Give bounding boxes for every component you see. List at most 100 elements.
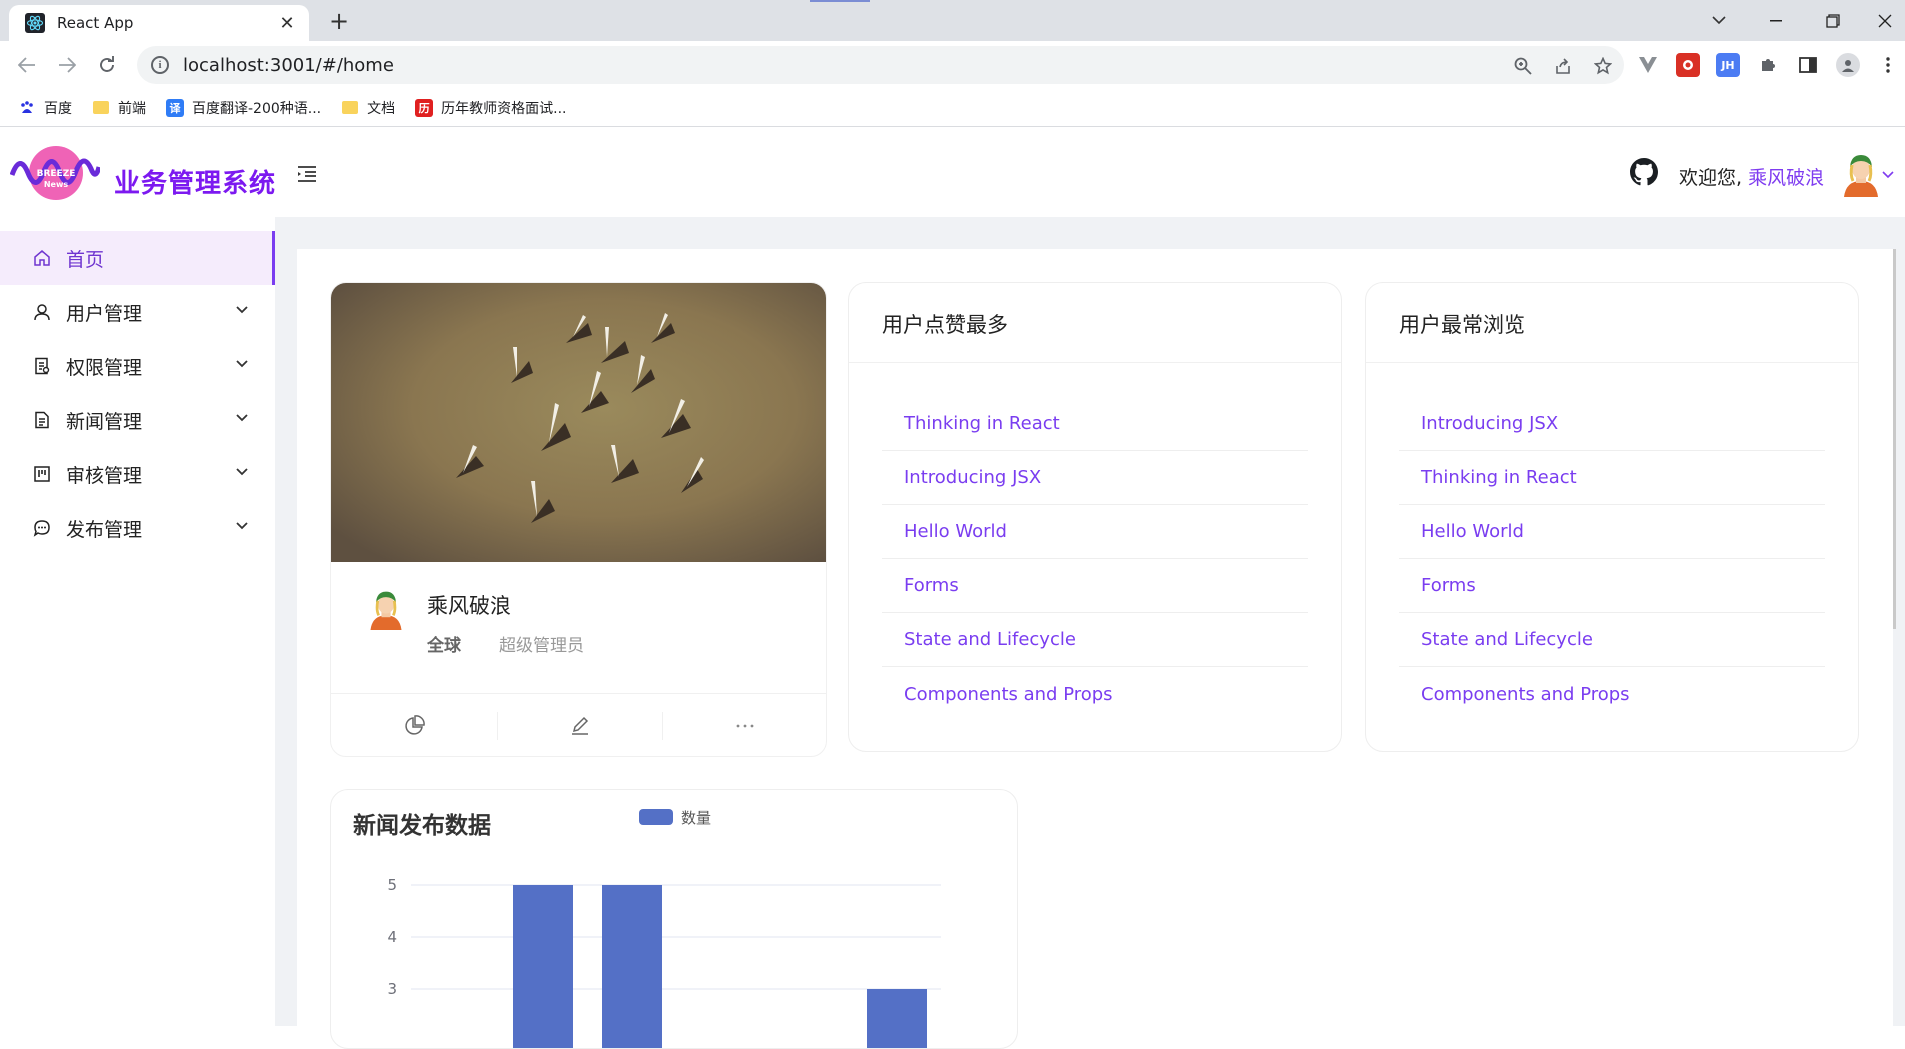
pie-chart-button[interactable]: [331, 694, 497, 756]
svg-text:News: News: [44, 180, 69, 189]
back-icon[interactable]: [12, 51, 42, 79]
minimize-icon[interactable]: [1751, 0, 1801, 41]
github-icon[interactable]: [1630, 158, 1658, 186]
browser-toolbar: i localhost:3001/#/home JH: [0, 41, 1905, 89]
main-content: 乘风破浪 全球 超级管理员 用户点赞最多 Thinking in React I…: [297, 249, 1893, 1049]
sidebar-item-label: 新闻管理: [66, 410, 143, 433]
puzzle-icon[interactable]: [1756, 53, 1780, 77]
browser-tab[interactable]: React App ✕: [9, 5, 309, 41]
vue-devtools-icon[interactable]: [1636, 53, 1660, 77]
sidebar-item-news[interactable]: 新闻管理: [0, 393, 275, 447]
bookmark-baidu[interactable]: 百度: [18, 98, 72, 118]
sidebar-item-publish[interactable]: 发布管理: [0, 501, 275, 555]
avatar[interactable]: [365, 588, 407, 630]
chart-bar: [513, 885, 573, 1048]
bookmark-label: 文档: [367, 100, 396, 117]
brand-title: 业务管理系统: [114, 169, 277, 199]
bookmark-baidu-translate[interactable]: 译 百度翻译-200种语...: [166, 98, 321, 118]
bookmark-frontend[interactable]: 前端: [92, 98, 146, 118]
baidu-translate-icon: 译: [166, 98, 184, 117]
kebab-menu-icon[interactable]: [1876, 53, 1900, 77]
forward-icon[interactable]: [52, 51, 82, 79]
reload-icon[interactable]: [92, 51, 122, 79]
sidebar-item-review[interactable]: 审核管理: [0, 447, 275, 501]
sidebar-item-users[interactable]: 用户管理: [0, 285, 275, 339]
card-title: 用户最常浏览: [1366, 283, 1858, 363]
sidebar-item-permissions[interactable]: 权限管理: [0, 339, 275, 393]
y-tick-label: 3: [387, 980, 397, 998]
menu-fold-icon[interactable]: [296, 165, 318, 183]
profile-card: 乘风破浪 全球 超级管理员: [330, 282, 827, 757]
most-liked-card: 用户点赞最多 Thinking in React Introducing JSX…: [848, 282, 1342, 752]
sidebar-item-home[interactable]: 首页: [0, 231, 275, 285]
legend-swatch: [639, 809, 673, 825]
restore-icon[interactable]: [1808, 0, 1858, 41]
tab-search-chevron-icon[interactable]: [1694, 0, 1744, 41]
list-item[interactable]: Hello World: [882, 505, 1308, 559]
extension-red-icon[interactable]: [1676, 53, 1700, 77]
bookmarks-bar: 百度 前端 译 百度翻译-200种语... 文档 历 历年教师资格面试...: [0, 89, 1905, 127]
bookmark-docs[interactable]: 文档: [341, 98, 395, 118]
chart-bar: [867, 989, 927, 1048]
welcome-prefix: 欢迎您,: [1679, 167, 1743, 189]
list-item[interactable]: Introducing JSX: [1399, 397, 1825, 451]
list-item[interactable]: Thinking in React: [882, 397, 1308, 451]
chevron-down-icon: [236, 522, 248, 530]
sidebar-icon[interactable]: [1796, 53, 1820, 77]
edit-button[interactable]: [496, 694, 663, 756]
bookmark-star-icon[interactable]: [1590, 53, 1616, 79]
most-viewed-list: Introducing JSX Thinking in React Hello …: [1399, 397, 1825, 721]
bookmark-teacher-exam[interactable]: 历 历年教师资格面试...: [415, 98, 566, 118]
new-tab-icon[interactable]: +: [326, 7, 352, 35]
folder-icon: [341, 99, 359, 117]
list-item[interactable]: Introducing JSX: [882, 451, 1308, 505]
list-item[interactable]: Thinking in React: [1399, 451, 1825, 505]
profile-icon[interactable]: [1836, 53, 1860, 77]
cover-image-birds: [331, 283, 826, 562]
card-title: 用户点赞最多: [849, 283, 1341, 363]
bookmark-label: 前端: [118, 100, 146, 117]
list-item[interactable]: State and Lifecycle: [882, 613, 1308, 667]
profile-actions: [331, 693, 826, 756]
url-text: localhost:3001/#/home: [183, 54, 394, 76]
sidebar-item-label: 用户管理: [66, 302, 143, 325]
chevron-down-icon: [236, 468, 248, 476]
more-button[interactable]: [662, 694, 826, 756]
ellipsis-icon: [736, 724, 754, 727]
baidu-paw-icon: [18, 99, 36, 117]
audit-icon: [32, 356, 52, 376]
sidebar: 首页 用户管理 权限管理 新闻管理 审核管理 发布管理: [0, 217, 275, 1026]
profile-role: 超级管理员: [499, 636, 584, 656]
share-icon[interactable]: [1550, 53, 1576, 79]
list-item[interactable]: Components and Props: [882, 667, 1308, 721]
site-favicon-icon: 历: [415, 98, 434, 117]
bookmark-label: 历年教师资格面试...: [441, 100, 567, 117]
list-item[interactable]: Components and Props: [1399, 667, 1825, 721]
extension-jh-icon[interactable]: JH: [1716, 53, 1740, 77]
profile-name: 乘风破浪: [427, 594, 511, 618]
list-item[interactable]: Hello World: [1399, 505, 1825, 559]
site-info-icon[interactable]: i: [151, 56, 169, 74]
close-window-icon[interactable]: [1860, 0, 1905, 41]
list-item[interactable]: Forms: [1399, 559, 1825, 613]
list-item[interactable]: State and Lifecycle: [1399, 613, 1825, 667]
sidebar-item-label: 首页: [66, 248, 105, 271]
chevron-down-icon: [236, 306, 248, 314]
avatar[interactable]: [1838, 151, 1884, 197]
chevron-down-icon: [236, 360, 248, 368]
svg-text:BREEZE: BREEZE: [37, 169, 76, 179]
message-icon: [32, 518, 52, 538]
list-item[interactable]: Forms: [882, 559, 1308, 613]
edit-icon: [571, 716, 588, 735]
scrollbar[interactable]: [1893, 249, 1896, 629]
file-text-icon: [32, 410, 52, 430]
news-chart-card: 新闻发布数据 数量 3 4 5: [330, 789, 1018, 1049]
legend-label: 数量: [681, 809, 711, 827]
close-tab-icon[interactable]: ✕: [277, 13, 297, 34]
chevron-down-icon[interactable]: [1882, 167, 1894, 183]
user-icon: [32, 302, 52, 322]
zoom-icon[interactable]: [1510, 53, 1536, 79]
address-bar[interactable]: i localhost:3001/#/home: [137, 46, 1624, 84]
y-tick-label: 5: [387, 876, 397, 894]
tab-title: React App: [57, 14, 134, 32]
